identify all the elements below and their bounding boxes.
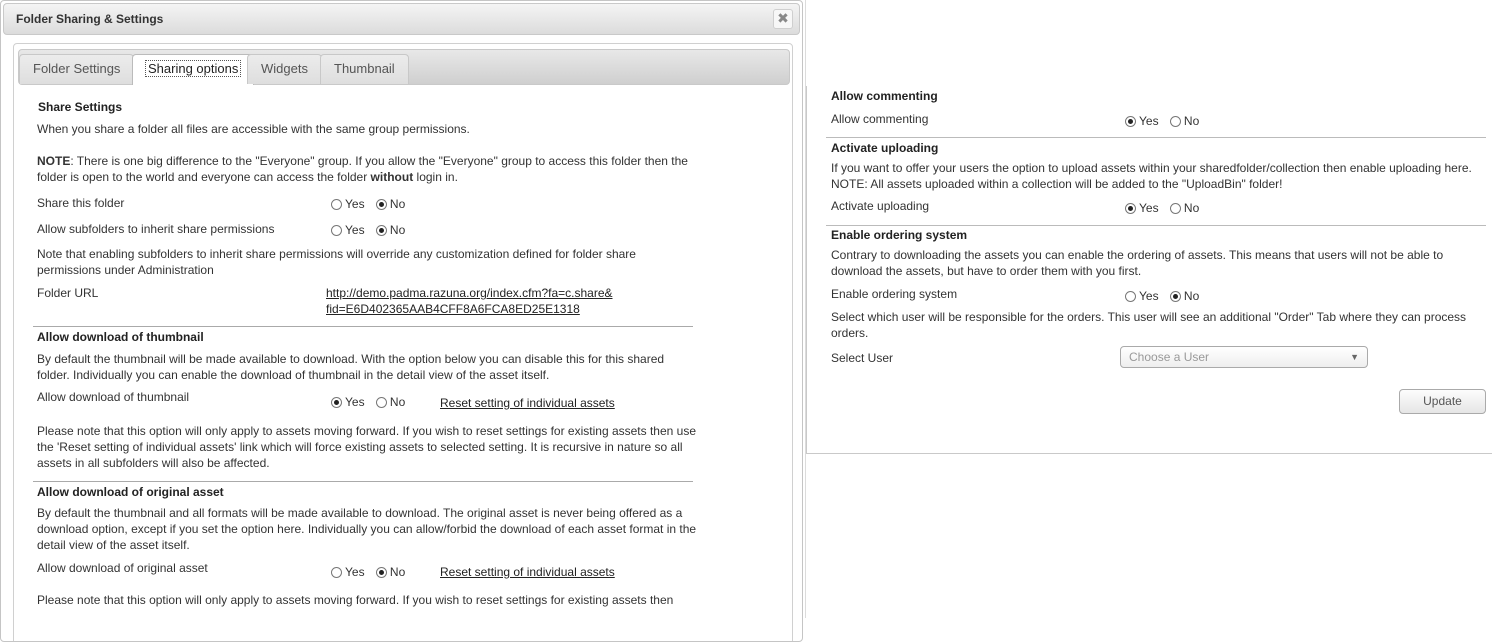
radio-label: Yes [345, 197, 365, 211]
original-download-heading: Allow download of original asset [37, 485, 224, 499]
ordering-user-note: Select which user will be responsible fo… [831, 310, 1467, 340]
close-icon[interactable]: ✖ [773, 9, 793, 29]
divider [826, 137, 1486, 138]
uploading-label: Activate uploading [831, 199, 930, 213]
divider [33, 481, 693, 482]
thumbnail-download-desc: By default the thumbnail will be made av… [37, 352, 665, 382]
note-bold: without [370, 170, 414, 184]
tab-label: Widgets [261, 61, 308, 76]
share-folder-no-radio[interactable] [375, 199, 387, 210]
inherit-yes-radio[interactable] [331, 225, 342, 236]
original-no-radio[interactable] [375, 567, 387, 578]
radio-label: Yes [345, 565, 365, 579]
uploading-radio-group: Yes No [1125, 201, 1199, 215]
original-download-desc: By default the thumbnail and all formats… [37, 506, 697, 552]
divider [33, 326, 693, 327]
inherit-radio-group: Yes No [331, 223, 405, 237]
original-forward-note: Please note that this option will only a… [37, 593, 674, 607]
select-user-dropdown[interactable]: Choose a User ▼ [1120, 346, 1368, 368]
radio-label: No [389, 565, 406, 579]
share-folder-label: Share this folder [37, 196, 125, 210]
radio-label: Yes [1139, 289, 1159, 303]
thumbnail-download-heading: Allow download of thumbnail [37, 330, 204, 344]
inherit-no-radio[interactable] [375, 225, 387, 236]
commenting-radio-group: Yes No [1125, 114, 1199, 128]
thumbnail-download-label: Allow download of thumbnail [37, 390, 190, 404]
uploading-heading: Activate uploading [831, 141, 939, 155]
radio-label: Yes [345, 395, 365, 409]
thumbnail-forward-note: Please note that this option will only a… [37, 424, 697, 470]
original-radio-group: Yes No [331, 565, 405, 579]
tab-bar: Folder Settings Sharing options Widgets … [18, 49, 790, 85]
commenting-label: Allow commenting [831, 112, 929, 126]
share-intro-text: When you share a folder all files are ac… [37, 122, 470, 136]
commenting-yes-radio[interactable] [1125, 116, 1136, 127]
chevron-down-icon: ▼ [1350, 352, 1359, 362]
ordering-label: Enable ordering system [831, 287, 958, 301]
ordering-heading: Enable ordering system [831, 228, 968, 242]
radio-label: No [389, 197, 406, 211]
select-user-placeholder: Choose a User [1129, 350, 1210, 364]
radio-label: No [1183, 114, 1200, 128]
inherit-note-text: Note that enabling subfolders to inherit… [37, 247, 636, 277]
select-user-label: Select User [831, 351, 894, 365]
folder-url-link-line2[interactable]: fid=E6D402365AAB4CFF8A6FCA8ED25E1318 [326, 302, 580, 316]
radio-label: No [1183, 289, 1200, 303]
ordering-no-radio[interactable] [1169, 291, 1181, 302]
share-folder-radio-group: Yes No [331, 197, 405, 211]
original-download-label: Allow download of original asset [37, 561, 208, 575]
dialog-title: Folder Sharing & Settings [16, 12, 164, 26]
tab-sharing-options[interactable]: Sharing options [132, 54, 255, 85]
thumbnail-radio-group: Yes No [331, 395, 405, 409]
divider [826, 225, 1486, 226]
tab-label: Thumbnail [334, 61, 395, 76]
original-yes-radio[interactable] [331, 567, 342, 578]
tab-widgets[interactable]: Widgets [247, 54, 322, 84]
thumbnail-no-radio[interactable] [375, 397, 387, 408]
ordering-radio-group: Yes No [1125, 289, 1199, 303]
uploading-no-radio[interactable] [1169, 203, 1181, 214]
note-label: NOTE [37, 154, 71, 168]
inherit-permissions-label: Allow subfolders to inherit share permis… [37, 222, 275, 236]
original-reset-link[interactable]: Reset setting of individual assets [440, 565, 615, 579]
radio-label: No [1183, 201, 1200, 215]
share-settings-heading: Share Settings [38, 100, 123, 114]
uploading-desc: If you want to offer your users the opti… [831, 161, 1472, 191]
folder-url-label: Folder URL [37, 286, 99, 300]
note-text-end: login in. [413, 170, 458, 184]
update-button[interactable]: Update [1399, 389, 1486, 414]
ordering-desc: Contrary to downloading the assets you c… [831, 248, 1444, 278]
tab-label: Folder Settings [33, 61, 121, 76]
commenting-no-radio[interactable] [1169, 116, 1181, 127]
commenting-heading: Allow commenting [831, 89, 938, 103]
note-text: : There is one big difference to the "Ev… [37, 154, 688, 184]
radio-label: No [389, 223, 406, 237]
share-folder-yes-radio[interactable] [331, 199, 342, 210]
radio-label: Yes [345, 223, 365, 237]
thumbnail-yes-radio[interactable] [331, 397, 342, 408]
uploading-yes-radio[interactable] [1125, 203, 1136, 214]
tab-thumbnail[interactable]: Thumbnail [320, 54, 409, 84]
radio-label: Yes [1139, 114, 1159, 128]
ordering-yes-radio[interactable] [1125, 291, 1136, 302]
radio-label: Yes [1139, 201, 1159, 215]
dialog-titlebar[interactable]: Folder Sharing & Settings ✖ [3, 3, 800, 35]
radio-label: No [389, 395, 406, 409]
tab-folder-settings[interactable]: Folder Settings [19, 54, 135, 84]
thumbnail-reset-link[interactable]: Reset setting of individual assets [440, 396, 615, 410]
tab-label: Sharing options [144, 60, 242, 77]
share-note-text: NOTE: There is one big difference to the… [37, 153, 697, 185]
folder-url-link-line1[interactable]: http://demo.padma.razuna.org/index.cfm?f… [326, 286, 613, 300]
